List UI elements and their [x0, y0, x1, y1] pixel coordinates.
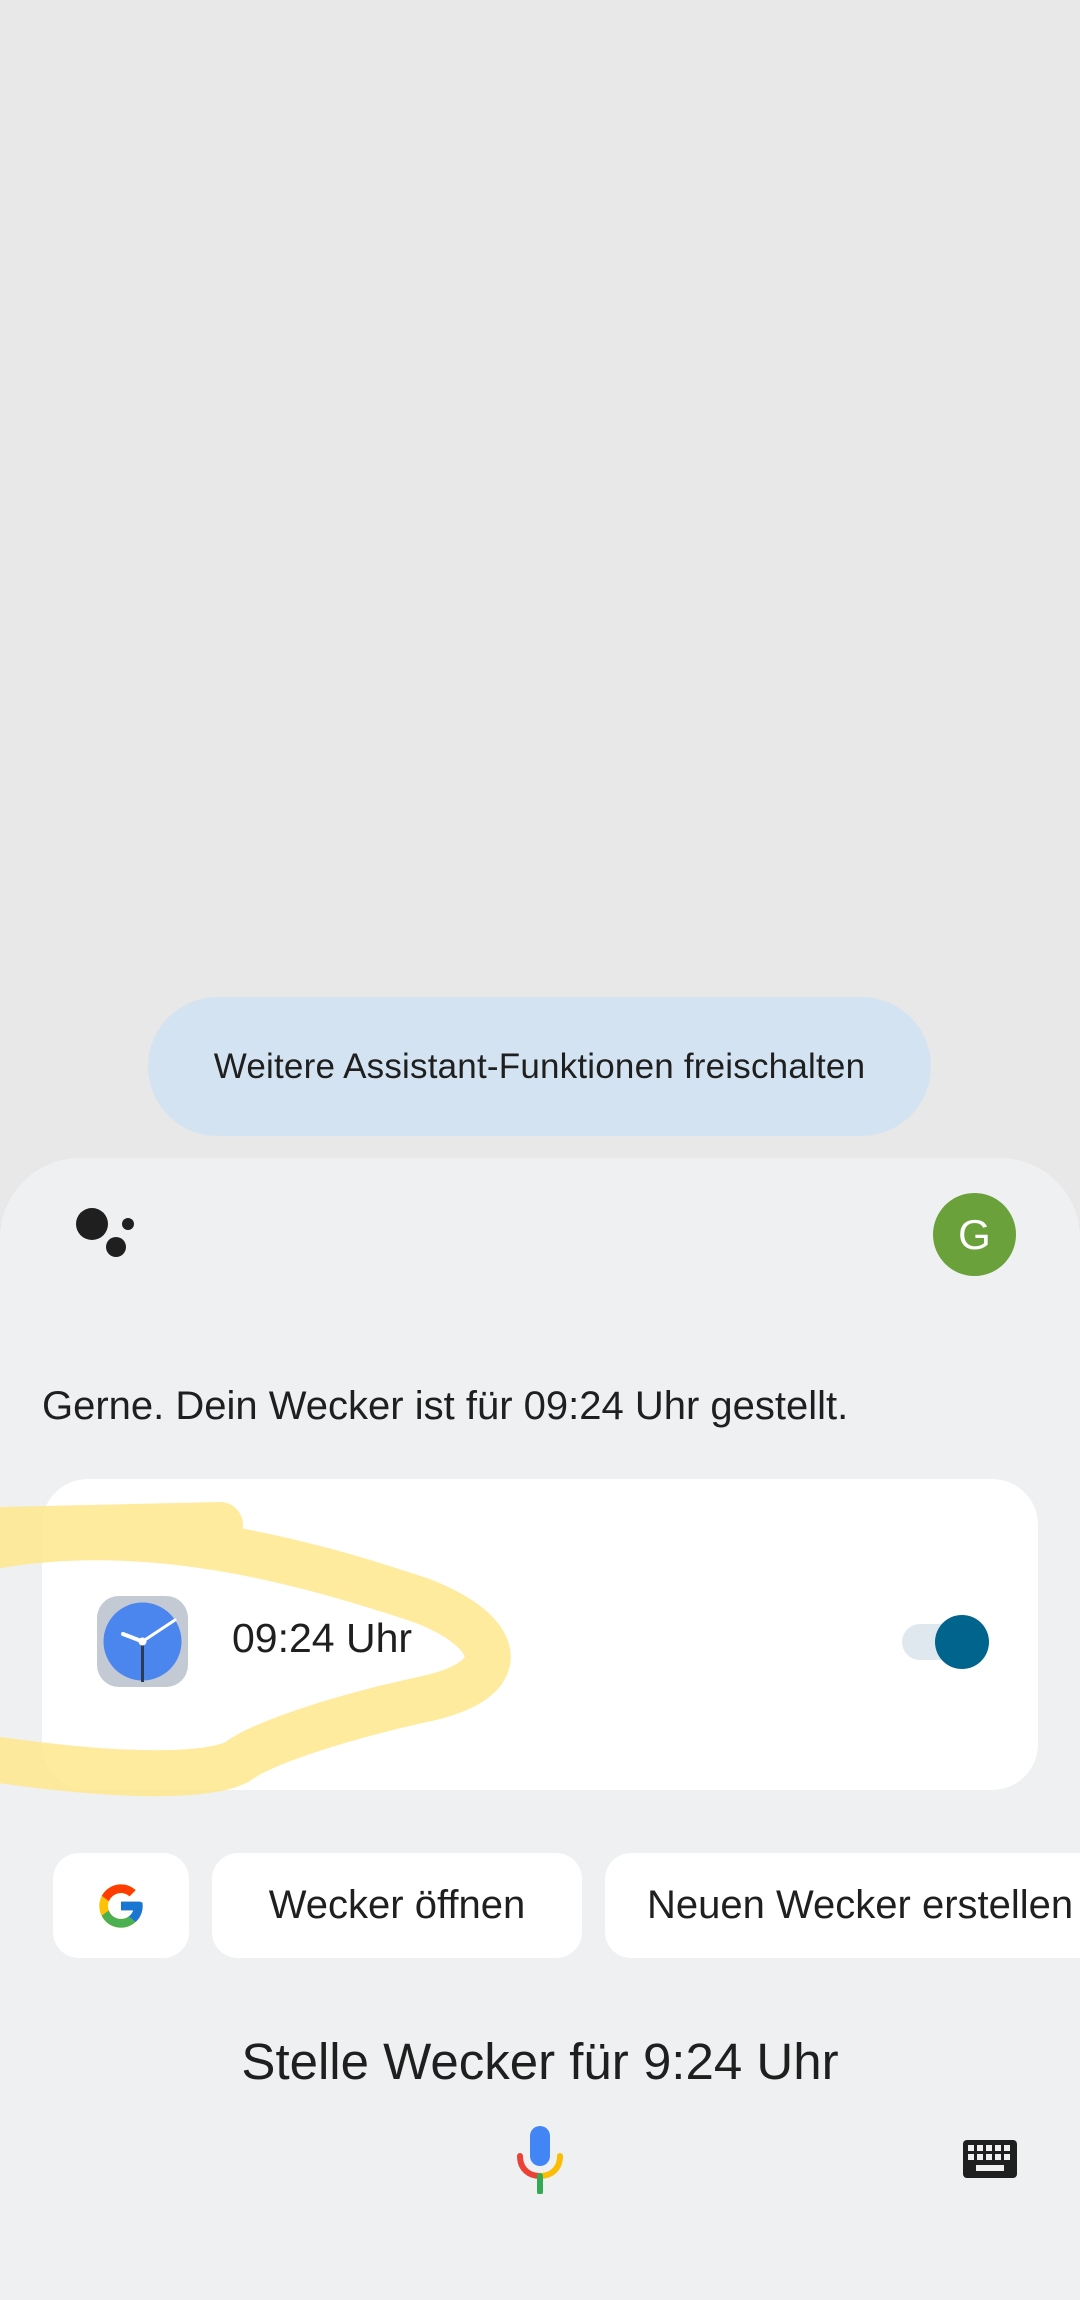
alarm-toggle-thumb — [935, 1615, 989, 1669]
unlock-features-label: Weitere Assistant-Funktionen freischalte… — [213, 1046, 866, 1086]
google-assistant-icon — [76, 1208, 134, 1257]
alarm-time: 09:24 Uhr — [232, 1615, 413, 1661]
assistant-screen: Weitere Assistant-Funktionen freischalte… — [0, 0, 1080, 2300]
keyboard-icon[interactable] — [962, 2139, 1018, 2179]
new-alarm-label: Neuen Wecker erstellen — [647, 1883, 1074, 1927]
alarm-toggle[interactable] — [902, 1615, 989, 1669]
microphone-icon[interactable] — [514, 2126, 566, 2194]
clock-app-icon — [97, 1596, 188, 1687]
google-g-icon — [99, 1883, 143, 1928]
open-alarm-chip[interactable]: Wecker öffnen — [212, 1853, 582, 1958]
open-alarm-label: Wecker öffnen — [268, 1883, 526, 1927]
google-search-chip[interactable] — [53, 1853, 189, 1958]
assistant-response: Gerne. Dein Wecker ist für 09:24 Uhr ges… — [42, 1384, 849, 1428]
alarm-card[interactable] — [42, 1479, 1038, 1790]
user-query: Stelle Wecker für 9:24 Uhr — [241, 2033, 839, 2090]
new-alarm-chip[interactable]: Neuen Wecker erstellen — [605, 1853, 1080, 1958]
account-avatar[interactable]: G — [933, 1193, 1016, 1276]
unlock-features-pill[interactable]: Weitere Assistant-Funktionen freischalte… — [148, 997, 931, 1136]
avatar-letter: G — [958, 1210, 991, 1258]
